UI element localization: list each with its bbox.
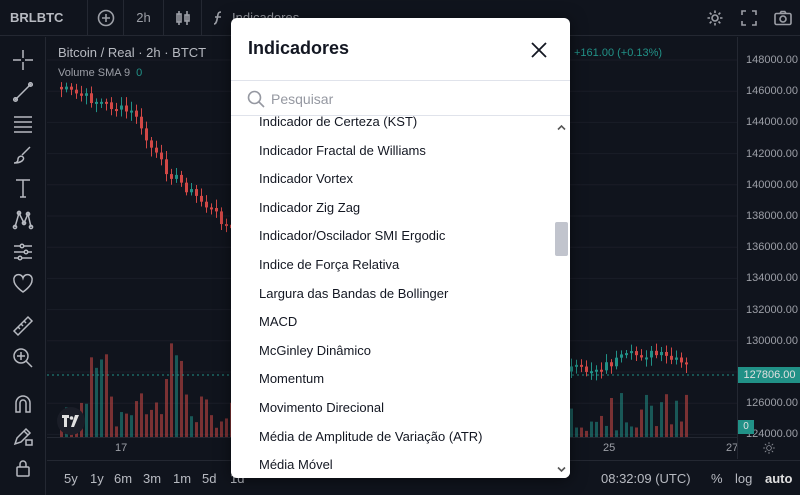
dialog-title: Indicadores [248,38,350,58]
search-icon [247,90,265,113]
indicator-item[interactable]: Momentum [231,365,553,393]
indicators-dialog: Indicadores Indicador de Certeza (KST)In… [231,18,570,478]
indicator-item[interactable]: MACD [231,308,553,336]
indicator-item[interactable]: Média de Amplitude de Variação (ATR) [231,423,553,451]
indicator-item[interactable]: Indicador Zig Zag [231,194,553,222]
close-button[interactable] [527,38,551,62]
scrollbar[interactable] [553,116,570,478]
indicator-item[interactable]: Indicador/Oscilador SMI Ergodic [231,222,553,250]
chevron-down-icon [557,466,566,473]
scroll-up-arrow[interactable] [556,120,567,131]
indicator-item[interactable]: McGinley Dinâmico [231,337,553,365]
close-icon [531,42,547,58]
scroll-down-arrow[interactable] [556,462,567,473]
scroll-thumb[interactable] [555,222,568,256]
indicator-item[interactable]: Movimento Direcional [231,394,553,422]
search-input[interactable] [271,87,551,111]
indicator-item[interactable]: Largura das Bandas de Bollinger [231,280,553,308]
indicator-item[interactable]: Média Móvel [231,451,553,478]
indicator-item[interactable]: Indice de Força Relativa [231,251,553,279]
chevron-up-icon [557,124,566,131]
indicator-list: Indicador de Certeza (KST) Indicador Frac… [231,116,553,478]
indicator-item[interactable]: Indicador Vortex [231,165,553,193]
indicator-item[interactable]: Indicador de Certeza (KST) [231,116,553,136]
search-bar [231,80,570,116]
indicator-item[interactable]: Indicador Fractal de Williams [231,137,553,165]
